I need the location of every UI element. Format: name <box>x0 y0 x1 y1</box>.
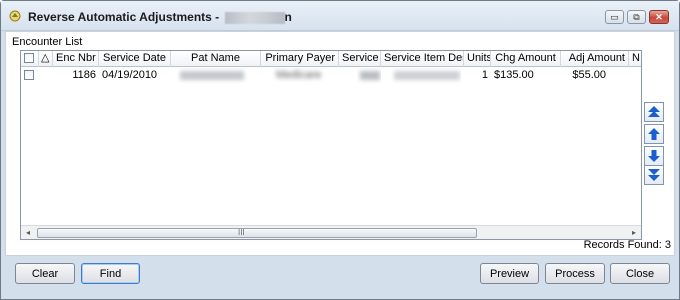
col-service[interactable]: Service <box>339 51 381 67</box>
scroll-left-arrow-icon[interactable]: ◂ <box>23 228 33 238</box>
cell-enc-nbr: 1186 <box>72 69 96 81</box>
encounter-list-label: Encounter List <box>12 36 83 48</box>
grid-header: △ Enc Nbr Service Date Pat Name Primary … <box>21 51 641 67</box>
double-down-arrow-icon <box>648 169 660 181</box>
col-adj-amount[interactable]: Adj Amount <box>561 51 629 67</box>
records-found: Records Found: 3 <box>583 239 671 251</box>
col-chg-amount[interactable]: Chg Amount <box>491 51 561 67</box>
up-arrow-icon <box>648 128 660 140</box>
down-arrow-icon <box>648 150 660 162</box>
table-row[interactable]: 1186 04/19/2010 Medicare 1 $135.00 $55.0… <box>21 68 641 84</box>
col-service-item-desc[interactable]: Service Item Desc <box>381 51 464 67</box>
select-all-checkbox-cell[interactable] <box>21 51 39 67</box>
cell-chg-amount: $135.00 <box>494 69 534 81</box>
redacted-service <box>360 70 380 80</box>
col-units[interactable]: Units <box>464 51 491 67</box>
col-enc-nbr[interactable]: Enc Nbr <box>53 51 99 67</box>
select-all-checkbox[interactable] <box>24 53 34 64</box>
cell-adj-amount: $55.00 <box>572 69 606 81</box>
close-button[interactable]: Close <box>610 263 670 284</box>
horizontal-scrollbar[interactable]: ◂ III ▸ <box>21 225 641 239</box>
move-to-bottom-button[interactable] <box>644 165 664 185</box>
col-pat-name[interactable]: Pat Name <box>171 51 261 67</box>
sort-indicator-icon[interactable]: △ <box>39 51 53 67</box>
col-primary-payer[interactable]: Primary Payer <box>261 51 339 67</box>
col-service-date[interactable]: Service Date <box>99 51 171 67</box>
minimize-button[interactable]: ▭ <box>605 10 624 24</box>
scroll-grip: III <box>238 228 245 237</box>
window-title: Reverse Automatic Adjustments - n <box>28 10 292 24</box>
process-button[interactable]: Process <box>545 263 605 284</box>
move-to-top-button[interactable] <box>644 102 664 122</box>
row-checkbox-cell[interactable] <box>21 68 39 84</box>
window-title-suffix: n <box>284 10 292 24</box>
double-up-arrow-icon <box>648 106 660 117</box>
preview-button[interactable]: Preview <box>480 263 539 284</box>
row-checkbox[interactable] <box>24 70 34 81</box>
move-up-button[interactable] <box>644 124 664 144</box>
find-button[interactable]: Find <box>81 263 140 284</box>
scroll-thumb[interactable]: III <box>37 228 477 238</box>
move-down-button[interactable] <box>644 146 664 166</box>
clear-button[interactable]: Clear <box>15 263 75 284</box>
cell-primary-payer: Medicare <box>276 69 322 81</box>
cell-service <box>357 68 381 84</box>
cell-units: 1 <box>481 69 488 81</box>
window-title-text: Reverse Automatic Adjustments - <box>28 10 223 24</box>
app-icon <box>9 10 21 22</box>
cell-service-date: 04/19/2010 <box>102 69 158 81</box>
encounter-list-panel: Encounter List △ Enc Nbr Service Date Pa… <box>5 31 675 256</box>
reverse-adjustments-window: Reverse Automatic Adjustments - n ▭ ⧉ ✕ … <box>0 0 680 300</box>
cell-service-item-desc <box>391 68 461 84</box>
close-window-button[interactable]: ✕ <box>649 10 669 24</box>
title-bar: Reverse Automatic Adjustments - n ▭ ⧉ ✕ <box>1 1 679 31</box>
redacted-name <box>224 11 285 24</box>
restore-button[interactable]: ⧉ <box>627 10 646 24</box>
redacted-service-desc <box>394 70 460 80</box>
cell-pat-name <box>177 68 255 84</box>
scroll-right-arrow-icon[interactable]: ▸ <box>629 228 639 238</box>
encounter-grid[interactable]: △ Enc Nbr Service Date Pat Name Primary … <box>20 50 642 240</box>
col-n[interactable]: N <box>629 51 641 67</box>
redacted-pat-name <box>180 70 244 80</box>
